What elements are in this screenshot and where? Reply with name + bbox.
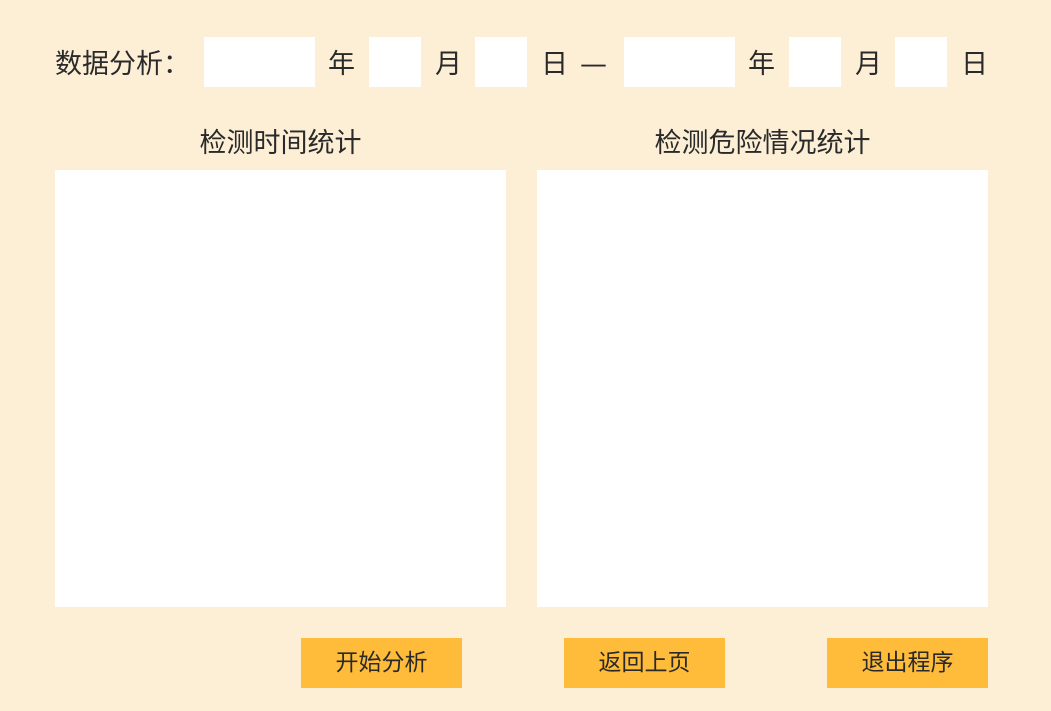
danger-stats-panel	[537, 170, 988, 607]
end-day-input[interactable]	[895, 37, 947, 87]
end-month-unit: 月	[855, 49, 882, 80]
end-day-unit: 日	[961, 49, 988, 80]
back-button[interactable]: 返回上页	[564, 638, 725, 688]
end-year-unit: 年	[748, 49, 775, 80]
date-range-label: 数据分析：	[55, 49, 190, 80]
time-stats-title: 检测时间统计	[199, 128, 362, 159]
date-range-separator: —	[580, 49, 607, 80]
start-month-unit: 月	[435, 49, 462, 80]
exit-button[interactable]: 退出程序	[827, 638, 988, 688]
end-month-input[interactable]	[789, 37, 841, 87]
time-stats-panel	[55, 170, 506, 607]
end-year-input[interactable]	[624, 37, 735, 87]
start-day-input[interactable]	[475, 37, 527, 87]
start-year-unit: 年	[328, 49, 355, 80]
start-month-input[interactable]	[369, 37, 421, 87]
start-day-unit: 日	[541, 49, 568, 80]
start-year-input[interactable]	[204, 37, 315, 87]
start-analysis-button[interactable]: 开始分析	[301, 638, 462, 688]
danger-stats-title: 检测危险情况统计	[654, 128, 871, 159]
